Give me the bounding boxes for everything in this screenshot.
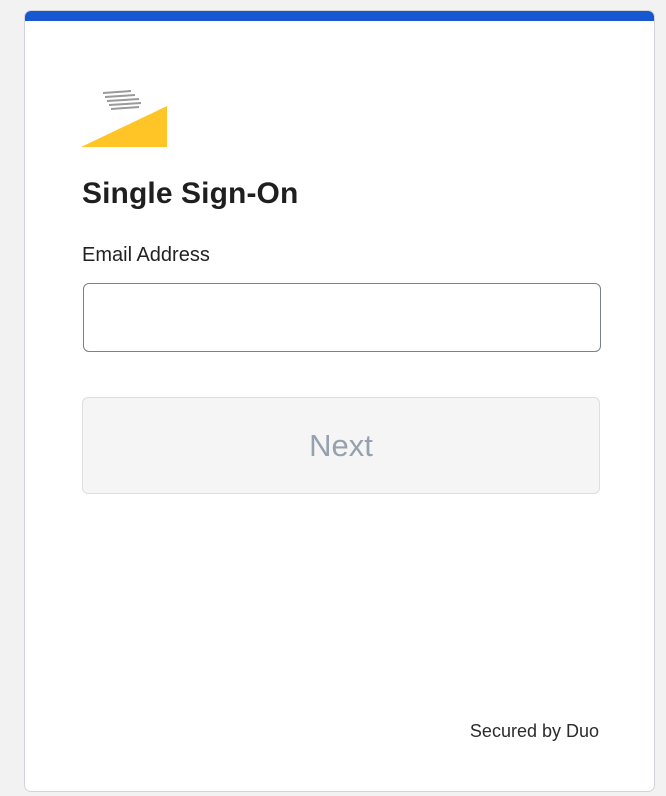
logo-wedge (81, 106, 167, 147)
email-field[interactable] (83, 283, 601, 352)
secured-by-text: Secured by Duo (469, 721, 599, 741)
next-button[interactable]: Next (82, 397, 600, 494)
logo-stripes (103, 90, 141, 110)
company-logo-icon (81, 90, 167, 147)
page-title: Single Sign-On (82, 177, 299, 210)
sso-card: Single Sign-On Email Address Next Secure… (24, 10, 655, 792)
accent-bar (25, 11, 654, 21)
email-label: Email Address (82, 244, 210, 266)
